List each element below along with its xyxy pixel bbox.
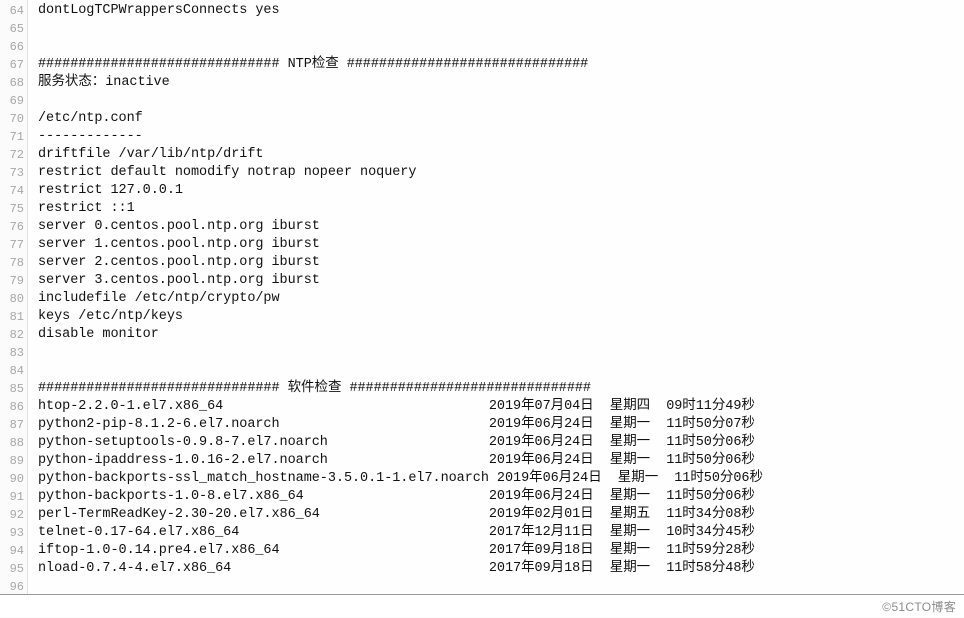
code-line	[38, 578, 964, 596]
code-line: restrict default nomodify notrap nopeer …	[38, 164, 964, 182]
code-line	[38, 20, 964, 38]
line-number: 69	[0, 92, 27, 110]
line-number: 83	[0, 344, 27, 362]
line-number: 86	[0, 398, 27, 416]
line-number: 80	[0, 290, 27, 308]
line-number: 64	[0, 2, 27, 20]
code-line: -------------	[38, 128, 964, 146]
line-number: 76	[0, 218, 27, 236]
watermark-text: ©51CTO博客	[882, 598, 956, 615]
code-line: keys /etc/ntp/keys	[38, 308, 964, 326]
code-line: 服务状态：inactive	[38, 74, 964, 92]
line-number: 84	[0, 362, 27, 380]
editor-viewport: 6465666768697071727374757677787980818283…	[0, 0, 964, 595]
code-line	[38, 344, 964, 362]
code-area[interactable]: dontLogTCPWrappersConnects yes #########…	[28, 0, 964, 594]
code-line: python-ipaddress-1.0.16-2.el7.noarch 201…	[38, 452, 964, 470]
line-number: 92	[0, 506, 27, 524]
code-line: nload-0.7.4-4.el7.x86_64 2017年09月18日 星期一…	[38, 560, 964, 578]
line-number: 90	[0, 470, 27, 488]
line-number: 96	[0, 578, 27, 596]
line-number: 70	[0, 110, 27, 128]
code-line: server 0.centos.pool.ntp.org iburst	[38, 218, 964, 236]
line-number: 82	[0, 326, 27, 344]
line-number: 71	[0, 128, 27, 146]
code-line: server 2.centos.pool.ntp.org iburst	[38, 254, 964, 272]
line-number: 93	[0, 524, 27, 542]
line-number: 88	[0, 434, 27, 452]
line-number-gutter: 6465666768697071727374757677787980818283…	[0, 0, 28, 594]
line-number: 72	[0, 146, 27, 164]
line-number: 66	[0, 38, 27, 56]
code-line: driftfile /var/lib/ntp/drift	[38, 146, 964, 164]
line-number: 65	[0, 20, 27, 38]
line-number: 73	[0, 164, 27, 182]
code-line: restrict 127.0.0.1	[38, 182, 964, 200]
code-line	[38, 38, 964, 56]
code-line: /etc/ntp.conf	[38, 110, 964, 128]
code-line: perl-TermReadKey-2.30-20.el7.x86_64 2019…	[38, 506, 964, 524]
code-line	[38, 92, 964, 110]
code-line: telnet-0.17-64.el7.x86_64 2017年12月11日 星期…	[38, 524, 964, 542]
line-number: 95	[0, 560, 27, 578]
footer-bar: ©51CTO博客	[0, 595, 964, 617]
line-number: 89	[0, 452, 27, 470]
code-line: dontLogTCPWrappersConnects yes	[38, 2, 964, 20]
line-number: 94	[0, 542, 27, 560]
line-number: 78	[0, 254, 27, 272]
line-number: 77	[0, 236, 27, 254]
code-line: includefile /etc/ntp/crypto/pw	[38, 290, 964, 308]
line-number: 85	[0, 380, 27, 398]
code-line: disable monitor	[38, 326, 964, 344]
code-line: ############################## 软件检查 ####…	[38, 380, 964, 398]
line-number: 75	[0, 200, 27, 218]
code-line: python-backports-ssl_match_hostname-3.5.…	[38, 470, 964, 488]
line-number: 79	[0, 272, 27, 290]
line-number: 68	[0, 74, 27, 92]
line-number: 67	[0, 56, 27, 74]
code-line: python-backports-1.0-8.el7.x86_64 2019年0…	[38, 488, 964, 506]
code-line: htop-2.2.0-1.el7.x86_64 2019年07月04日 星期四 …	[38, 398, 964, 416]
code-line: server 1.centos.pool.ntp.org iburst	[38, 236, 964, 254]
line-number: 74	[0, 182, 27, 200]
code-line: iftop-1.0-0.14.pre4.el7.x86_64 2017年09月1…	[38, 542, 964, 560]
code-line: python2-pip-8.1.2-6.el7.noarch 2019年06月2…	[38, 416, 964, 434]
code-line: ############################## NTP检查 ###…	[38, 56, 964, 74]
code-line: python-setuptools-0.9.8-7.el7.noarch 201…	[38, 434, 964, 452]
line-number: 87	[0, 416, 27, 434]
line-number: 91	[0, 488, 27, 506]
line-number: 81	[0, 308, 27, 326]
code-line	[38, 362, 964, 380]
code-line: restrict ::1	[38, 200, 964, 218]
code-line: server 3.centos.pool.ntp.org iburst	[38, 272, 964, 290]
